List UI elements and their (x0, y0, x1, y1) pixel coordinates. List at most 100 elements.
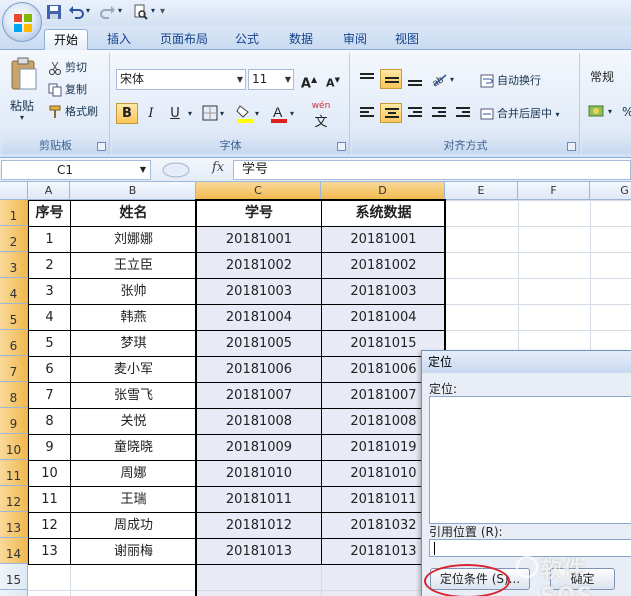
table-cell[interactable]: 张帅 (71, 279, 196, 304)
table-cell[interactable]: 9 (29, 435, 70, 460)
row-header-11[interactable]: 11 (0, 460, 28, 486)
row-header-8[interactable]: 8 (0, 382, 28, 408)
table-cell[interactable]: 20181011 (197, 487, 321, 512)
table-cell[interactable]: 周成功 (71, 513, 196, 538)
row-header-3[interactable]: 3 (0, 252, 28, 278)
table-cell[interactable]: 8 (29, 409, 70, 434)
fill-color-icon[interactable] (236, 103, 254, 123)
increase-indent-button[interactable] (452, 103, 474, 123)
table-cell[interactable]: 张雪飞 (71, 383, 196, 408)
font-color-dropdown-icon[interactable]: ▾ (290, 109, 294, 118)
copy-button[interactable]: 复制 (48, 81, 87, 97)
table-cell[interactable]: 7 (29, 383, 70, 408)
decrease-font-size-button[interactable]: A▼ (322, 69, 344, 90)
fill-color-dropdown-icon[interactable]: ▾ (255, 109, 259, 118)
format-painter-button[interactable]: 格式刷 (48, 103, 98, 119)
table-cell[interactable]: 20181004 (197, 305, 321, 330)
table-cell[interactable]: 20181002 (322, 253, 445, 278)
paste-icon[interactable] (10, 57, 38, 91)
table-cell[interactable]: 周娜 (71, 461, 196, 486)
table-cell[interactable]: 20181002 (197, 253, 321, 278)
table-cell[interactable]: 关悦 (71, 409, 196, 434)
table-cell[interactable]: 麦小军 (71, 357, 196, 382)
row-header-10[interactable]: 10 (0, 434, 28, 460)
phonetic-guide-button[interactable]: wén 文 (306, 101, 336, 130)
customize-quick-access-icon[interactable]: ▾ (160, 6, 165, 17)
orientation-icon[interactable]: ab (430, 71, 448, 87)
row-header-2[interactable]: 2 (0, 226, 28, 252)
table-cell[interactable]: 谢丽梅 (71, 539, 196, 564)
formula-input[interactable]: 学号 (233, 160, 631, 180)
row-header-4[interactable]: 4 (0, 278, 28, 304)
percent-style-icon[interactable]: % (622, 105, 631, 119)
table-cell[interactable]: 5 (29, 331, 70, 356)
currency-format-icon[interactable] (588, 103, 606, 119)
font-dialog-launcher[interactable] (337, 142, 346, 151)
row-header-6[interactable]: 6 (0, 330, 28, 356)
name-box[interactable]: C1 ▼ (1, 160, 151, 180)
table-cell[interactable]: 20181006 (197, 357, 321, 382)
row-header-13[interactable]: 13 (0, 512, 28, 538)
save-icon[interactable] (46, 4, 62, 20)
table-cell[interactable]: 20181001 (322, 227, 445, 252)
row-header-1[interactable]: 1 (0, 200, 28, 226)
wrap-text-button[interactable]: 自动换行 (480, 72, 541, 88)
row-header-12[interactable]: 12 (0, 486, 28, 512)
column-header-g[interactable]: G (590, 182, 631, 200)
table-cell[interactable]: 20181012 (197, 513, 321, 538)
merge-center-button[interactable]: 合并后居中 ▾ (480, 105, 560, 121)
table-cell[interactable]: 20181003 (197, 279, 321, 304)
currency-dropdown-icon[interactable]: ▾ (608, 107, 612, 116)
goto-list[interactable] (429, 396, 631, 524)
table-cell[interactable]: 20181004 (322, 305, 445, 330)
align-right-button[interactable] (404, 103, 426, 123)
row-header-7[interactable]: 7 (0, 356, 28, 382)
tab-review[interactable]: 审阅 (334, 29, 376, 50)
redo-icon[interactable] (100, 4, 116, 20)
decrease-indent-button[interactable] (428, 103, 450, 123)
select-all-button[interactable] (0, 182, 28, 200)
table-cell[interactable]: 20181010 (197, 461, 321, 486)
align-bottom-button[interactable] (404, 69, 426, 89)
table-cell[interactable]: 10 (29, 461, 70, 486)
table-cell[interactable]: 3 (29, 279, 70, 304)
table-cell[interactable]: 20181003 (322, 279, 445, 304)
borders-dropdown-icon[interactable]: ▾ (220, 109, 224, 118)
table-cell[interactable]: 4 (29, 305, 70, 330)
table-cell[interactable]: 韩燕 (71, 305, 196, 330)
tab-view[interactable]: 视图 (386, 29, 428, 50)
table-header-cell[interactable]: 姓名 (71, 201, 196, 226)
print-preview-dropdown-icon[interactable]: ▾ (151, 6, 155, 15)
column-header-f[interactable]: F (518, 182, 590, 200)
table-header-cell[interactable]: 序号 (29, 201, 70, 226)
table-header-cell[interactable]: 系统数据 (322, 201, 445, 226)
table-cell[interactable]: 王立臣 (71, 253, 196, 278)
alignment-dialog-launcher[interactable] (567, 142, 576, 151)
undo-icon[interactable] (68, 4, 84, 20)
table-cell[interactable]: 1 (29, 227, 70, 252)
undo-dropdown-icon[interactable]: ▾ (86, 6, 90, 15)
orientation-dropdown-icon[interactable]: ▾ (450, 75, 454, 84)
underline-button[interactable]: U (164, 103, 186, 124)
tab-insert[interactable]: 插入 (98, 29, 140, 50)
redo-dropdown-icon[interactable]: ▾ (118, 6, 122, 15)
table-cell[interactable]: 20181009 (197, 435, 321, 460)
column-header-c[interactable]: C (196, 182, 321, 200)
table-cell[interactable]: 20181008 (197, 409, 321, 434)
row-header-15[interactable]: 15 (0, 564, 28, 590)
column-header-a[interactable]: A (28, 182, 70, 200)
row-header-14[interactable]: 14 (0, 538, 28, 564)
cut-button[interactable]: 剪切 (48, 59, 87, 75)
table-cell[interactable]: 6 (29, 357, 70, 382)
number-format-select[interactable]: 常规 (586, 67, 631, 88)
row-header-16[interactable]: 16 (0, 590, 28, 596)
tab-data[interactable]: 数据 (280, 29, 322, 50)
table-cell[interactable]: 王瑞 (71, 487, 196, 512)
paste-button[interactable]: 粘贴 (10, 97, 34, 114)
tab-page-layout[interactable]: 页面布局 (152, 29, 216, 50)
table-cell[interactable]: 20181001 (197, 227, 321, 252)
row-header-5[interactable]: 5 (0, 304, 28, 330)
tab-home[interactable]: 开始 (44, 29, 88, 50)
tab-formulas[interactable]: 公式 (226, 29, 268, 50)
table-cell[interactable]: 13 (29, 539, 70, 564)
